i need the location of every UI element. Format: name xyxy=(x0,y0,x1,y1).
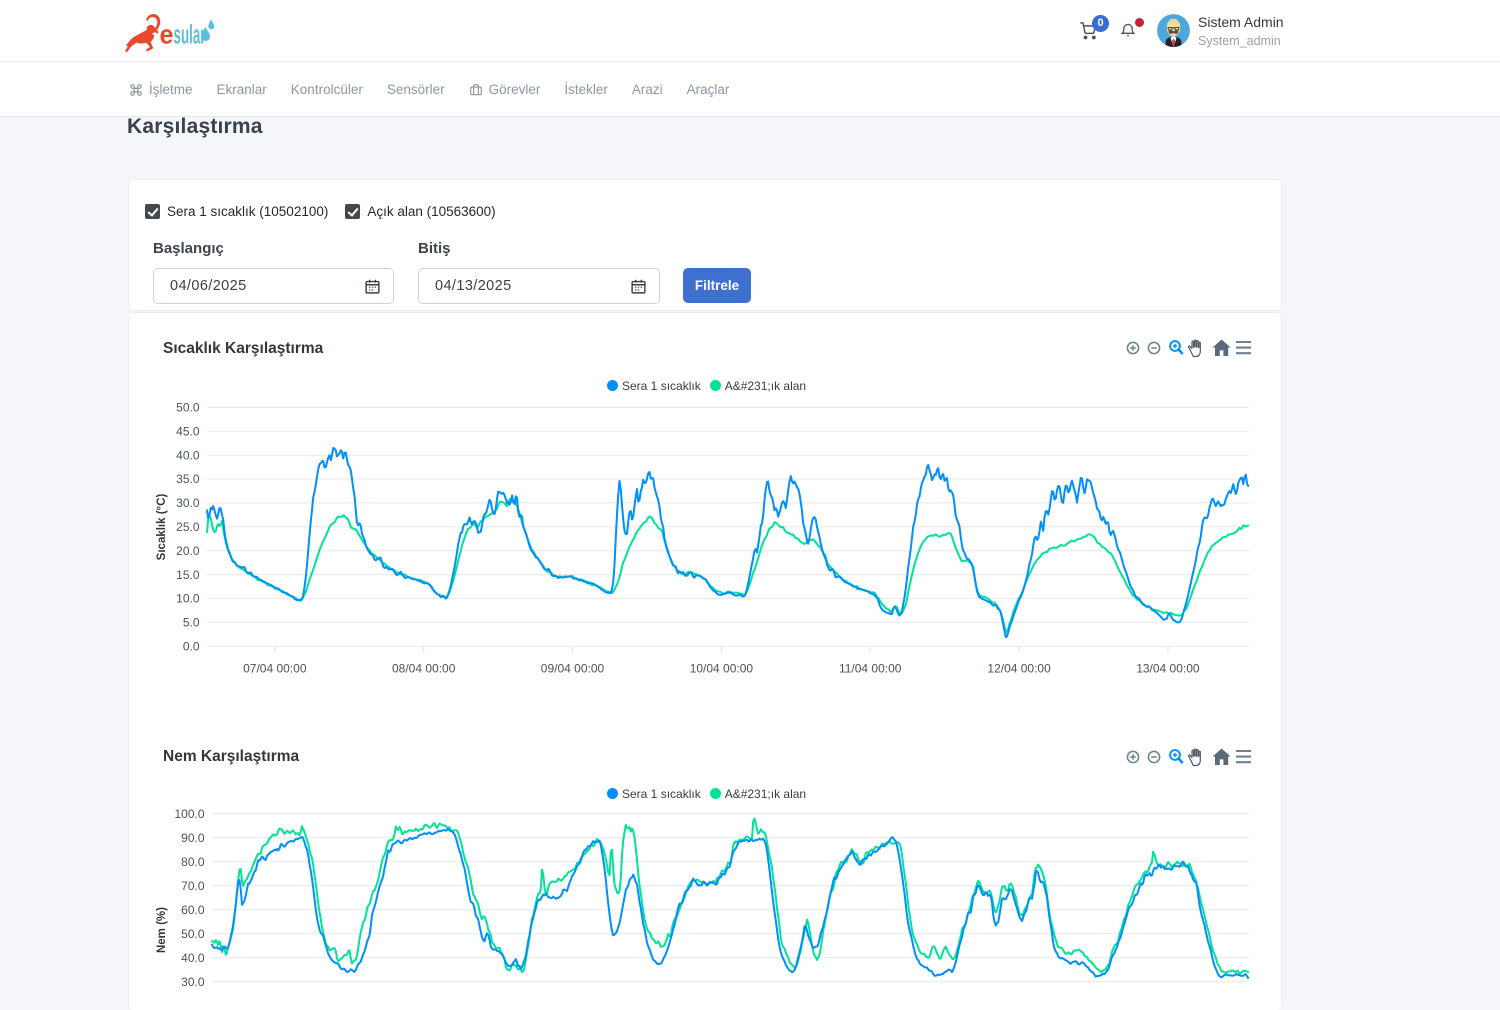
svg-text:25.0: 25.0 xyxy=(176,520,200,534)
svg-text:sular: sular xyxy=(174,20,206,50)
svg-text:15.0: 15.0 xyxy=(176,568,200,582)
svg-text:e: e xyxy=(160,20,174,50)
svg-text:50.0: 50.0 xyxy=(181,927,205,941)
svg-text:20.0: 20.0 xyxy=(176,544,200,558)
svg-text:80.0: 80.0 xyxy=(181,855,205,869)
svg-text:0.0: 0.0 xyxy=(183,639,200,653)
svg-text:09/04 00:00: 09/04 00:00 xyxy=(541,662,605,676)
svg-text:30.0: 30.0 xyxy=(176,496,200,510)
svg-text:35.0: 35.0 xyxy=(176,472,200,486)
svg-text:100.0: 100.0 xyxy=(174,807,204,821)
svg-text:50.0: 50.0 xyxy=(176,401,200,415)
svg-text:90.0: 90.0 xyxy=(181,831,205,845)
svg-text:40.0: 40.0 xyxy=(176,448,200,462)
svg-text:10/04 00:00: 10/04 00:00 xyxy=(690,662,754,676)
svg-text:12/04 00:00: 12/04 00:00 xyxy=(987,662,1051,676)
svg-text:30.0: 30.0 xyxy=(181,975,205,989)
svg-text:40.0: 40.0 xyxy=(181,951,205,965)
svg-text:60.0: 60.0 xyxy=(181,903,205,917)
svg-text:08/04 00:00: 08/04 00:00 xyxy=(392,662,456,676)
svg-text:13/04 00:00: 13/04 00:00 xyxy=(1136,662,1200,676)
svg-text:5.0: 5.0 xyxy=(183,616,200,630)
svg-text:07/04 00:00: 07/04 00:00 xyxy=(243,662,307,676)
svg-text:45.0: 45.0 xyxy=(176,425,200,439)
svg-text:Nem (%): Nem (%) xyxy=(156,907,168,953)
svg-text:Sıcaklık (°C): Sıcaklık (°C) xyxy=(156,494,168,561)
svg-text:10.0: 10.0 xyxy=(176,592,200,606)
svg-text:11/04 00:00: 11/04 00:00 xyxy=(839,662,902,676)
svg-text:70.0: 70.0 xyxy=(181,879,205,893)
